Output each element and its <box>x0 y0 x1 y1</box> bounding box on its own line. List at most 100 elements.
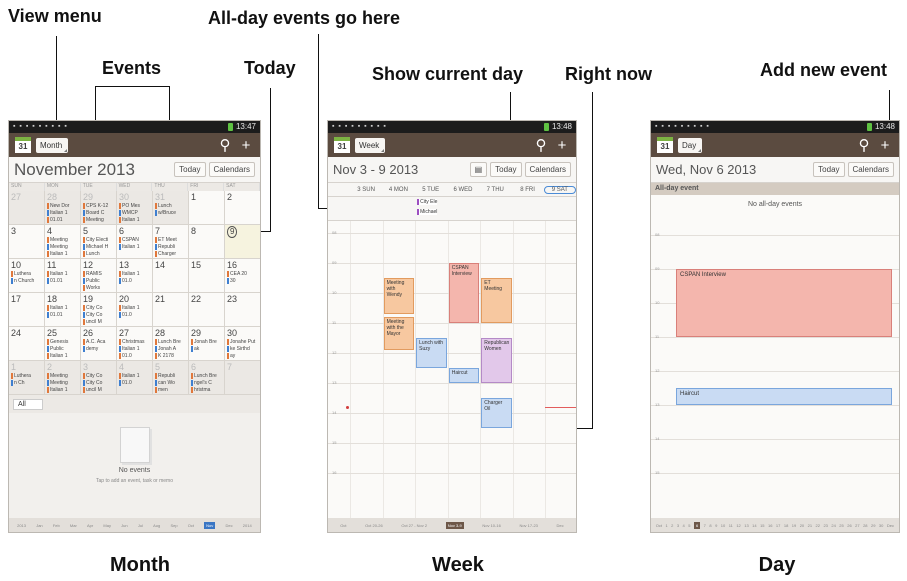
strip-month[interactable]: Mar <box>70 523 77 528</box>
day-cell[interactable]: 4 Italian 1 01.0 <box>117 361 152 394</box>
event-chip[interactable]: Italian 1 <box>47 353 78 359</box>
event-chip[interactable]: City Co <box>83 380 114 386</box>
strip-day[interactable]: 21 <box>808 523 812 528</box>
day-time-grid[interactable]: 08 09 10 11 12 13 14 15 CSPAN Interview Haircut <box>651 215 899 532</box>
day-cell[interactable]: 10 Luthera n Church <box>9 259 44 292</box>
event-filter-dropdown[interactable]: All <box>13 398 43 410</box>
event-chip[interactable]: Italian 1 <box>47 251 78 257</box>
day-cell[interactable]: 14 <box>153 259 188 292</box>
day-cell[interactable]: 6 Lunch Bre ngel's Christma <box>189 361 224 394</box>
event-chip[interactable]: 01.0 <box>119 353 150 359</box>
event-chip[interactable]: WMCP <box>119 210 150 216</box>
strip-day[interactable]: 1 <box>665 523 667 528</box>
strip-day[interactable]: 25 <box>839 523 843 528</box>
strip-day[interactable]: 29 <box>871 523 875 528</box>
strip-day[interactable]: 6 <box>693 521 701 529</box>
week-event[interactable]: Lunch with Suzy <box>416 338 447 368</box>
day-cell[interactable]: 21 <box>153 293 188 326</box>
event-chip[interactable]: can Wo <box>155 380 186 386</box>
event-chip[interactable]: Italian 1 <box>47 387 78 393</box>
event-chip[interactable]: RAMIS <box>83 271 114 277</box>
strip-day[interactable]: 19 <box>792 523 796 528</box>
day-cell[interactable]: 30 PO Mes WMCP Italian 1 <box>117 191 152 224</box>
event-chip[interactable]: Meeting <box>47 244 78 250</box>
event-chip[interactable]: Works <box>83 285 114 291</box>
strip-day[interactable]: 9 <box>715 523 717 528</box>
day-cell[interactable]: 11 Italian 1 01.01 <box>45 259 80 292</box>
day-cell[interactable]: 20 Italian 1 01.0 <box>117 293 152 326</box>
event-chip[interactable]: Republi <box>155 373 186 379</box>
strip-day[interactable]: 10 <box>721 523 725 528</box>
day-cell[interactable]: 31 Lunch w/Bruce <box>153 191 188 224</box>
week-day-label[interactable]: 8 FRI <box>511 187 543 193</box>
day-cell[interactable]: 28 New Dor Italian 1 01.01 <box>45 191 80 224</box>
event-chip[interactable]: City Co <box>83 373 114 379</box>
day-cell[interactable]: 17 <box>9 293 44 326</box>
event-chip[interactable]: City Co <box>83 305 114 311</box>
event-chip[interactable]: Italian 1 <box>119 244 150 250</box>
strip-day[interactable]: 2 <box>671 523 673 528</box>
event-chip[interactable]: CSPAN <box>119 237 150 243</box>
week-day-label[interactable]: 3 SUN <box>350 187 382 193</box>
add-event-icon[interactable]: + <box>877 138 893 153</box>
strip-week[interactable]: Oct <box>340 523 346 528</box>
day-cell[interactable]: 26 A.C. Aca demy <box>81 327 116 360</box>
day-cell[interactable]: 23 <box>225 293 260 326</box>
calendar-app-icon[interactable]: 31 <box>15 137 31 153</box>
day-cell[interactable]: 12 RAMIS Public Works <box>81 259 116 292</box>
event-chip[interactable]: ngel's C <box>191 380 222 386</box>
event-chip[interactable]: CPS K-12 <box>83 203 114 209</box>
day-cell[interactable]: 22 <box>189 293 224 326</box>
day-cell[interactable]: 29 Jonah Bre ak <box>189 327 224 360</box>
view-menu-dropdown[interactable]: Day <box>678 137 703 153</box>
strip-day[interactable]: Oct <box>656 523 662 528</box>
show-current-day-button[interactable]: ▤ <box>469 162 488 177</box>
event-chip[interactable]: Jonahe Put <box>227 339 258 345</box>
all-day-empty-text[interactable]: No all-day events <box>651 195 899 215</box>
day-cell[interactable]: 24 <box>9 327 44 360</box>
strip-day[interactable]: 22 <box>816 523 820 528</box>
strip-month[interactable]: Jan <box>36 523 42 528</box>
today-button[interactable]: Today <box>174 162 206 177</box>
event-chip[interactable]: Italian 1 <box>119 373 150 379</box>
all-day-row[interactable]: City Ele Michael <box>328 197 576 221</box>
strip-month[interactable]: Aug <box>153 523 160 528</box>
today-button[interactable]: Today <box>813 162 845 177</box>
event-chip[interactable]: Jonah Bre <box>191 339 222 345</box>
event-chip[interactable]: Genesis <box>47 339 78 345</box>
event-chip[interactable]: 01.0 <box>119 312 150 318</box>
strip-day[interactable]: 24 <box>831 523 835 528</box>
day-cell[interactable]: 27 Christmas Italian 1 01.0 <box>117 327 152 360</box>
strip-day[interactable]: 14 <box>752 523 756 528</box>
strip-day[interactable]: Dec <box>887 523 894 528</box>
day-cell[interactable]: 5 Republi can Wo men <box>153 361 188 394</box>
day-cell[interactable]: 7 <box>225 361 260 394</box>
event-chip[interactable]: Jonah A <box>155 346 186 352</box>
day-cell[interactable]: 1 Luthera n Ch <box>9 361 44 394</box>
strip-day[interactable]: 3 <box>677 523 679 528</box>
event-chip[interactable]: CEA 20 <box>227 271 258 277</box>
add-event-icon[interactable]: + <box>554 138 570 153</box>
event-chip[interactable]: Lunch <box>83 251 114 257</box>
strip-day[interactable]: 8 <box>709 523 711 528</box>
day-cell[interactable]: 6 CSPAN Italian 1 <box>117 225 152 258</box>
strip-day[interactable]: 13 <box>744 523 748 528</box>
event-chip[interactable]: City Co <box>83 312 114 318</box>
event-chip[interactable]: K 2178 <box>155 353 186 359</box>
week-day-label[interactable]: 9 SAT <box>543 185 576 194</box>
strip-day[interactable]: 18 <box>784 523 788 528</box>
day-cell[interactable]: 27 <box>9 191 44 224</box>
event-chip[interactable]: Italian 1 <box>47 305 78 311</box>
event-chip[interactable]: Charger <box>155 251 186 257</box>
strip-day[interactable]: 12 <box>736 523 740 528</box>
day-cell[interactable]: 1 <box>189 191 224 224</box>
search-icon[interactable]: ⚲ <box>217 138 233 153</box>
event-chip[interactable]: Public <box>83 278 114 284</box>
week-event[interactable]: CSPAN Interview <box>448 263 480 323</box>
strip-month[interactable]: Jun <box>121 523 127 528</box>
week-event[interactable]: Charger Oil <box>481 398 512 428</box>
strip-month[interactable]: Oct <box>188 523 194 528</box>
week-day-label[interactable]: 5 TUE <box>415 187 447 193</box>
no-events-panel[interactable]: No events Tap to add an event, task or m… <box>9 413 260 497</box>
day-cell[interactable]: 19 City Co City Co uncil M <box>81 293 116 326</box>
